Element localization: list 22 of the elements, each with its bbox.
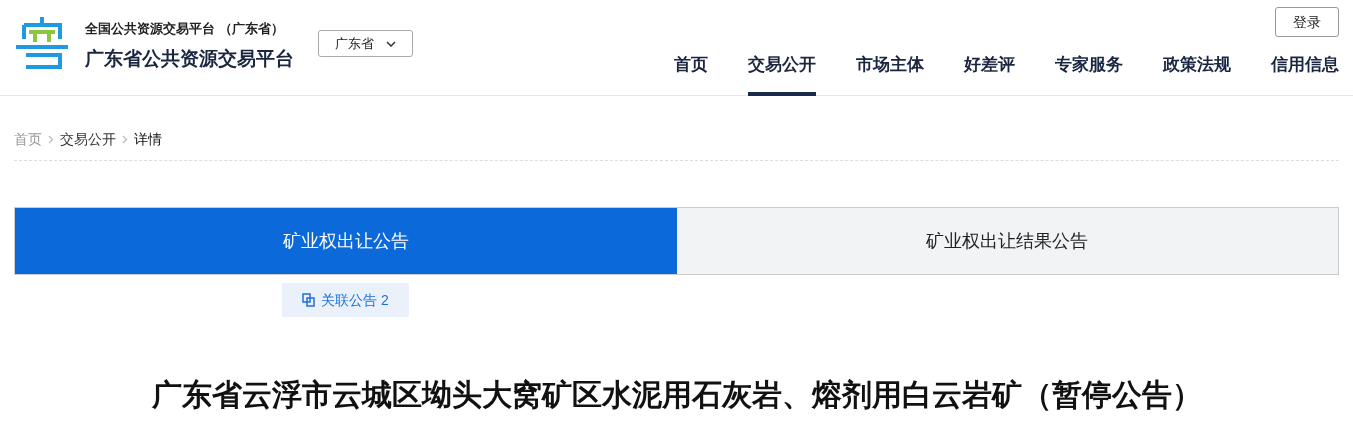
notice-heading: 广东省云浮市云城区坳头大窝矿区水泥用石灰岩、熔剂用白云岩矿（暂停公告） (151, 377, 1202, 413)
related-notices-button[interactable]: 关联公告 2 (282, 283, 409, 317)
nav-tab[interactable]: 首页 (674, 52, 708, 96)
chevron-right-icon (122, 135, 128, 144)
nav-tab[interactable]: 政策法规 (1163, 52, 1231, 96)
chevron-right-icon (48, 135, 54, 144)
breadcrumb-current: 详情 (134, 130, 162, 149)
nav-tab[interactable]: 专家服务 (1055, 52, 1123, 96)
breadcrumb-link[interactable]: 交易公开 (60, 129, 116, 150)
login-button[interactable]: 登录 (1275, 7, 1339, 37)
notice-tab[interactable]: 矿业权出让公告 (15, 208, 677, 274)
notice-tab[interactable]: 矿业权出让结果公告 (676, 208, 1338, 274)
platform-title: 广东省公共资源交易平台 (85, 46, 294, 71)
region-dropdown[interactable]: 广东省 (318, 30, 413, 57)
nav-tab[interactable]: 信用信息 (1271, 52, 1339, 96)
chevron-down-icon (386, 40, 396, 47)
logo-icon (14, 15, 70, 71)
platform-subtitle: 全国公共资源交易平台 （广东省） (85, 20, 285, 38)
copy-icon (302, 293, 316, 307)
nav-tab[interactable]: 市场主体 (856, 52, 924, 96)
nav-tab[interactable]: 交易公开 (748, 52, 816, 96)
nav-tab[interactable]: 好差评 (964, 52, 1015, 96)
